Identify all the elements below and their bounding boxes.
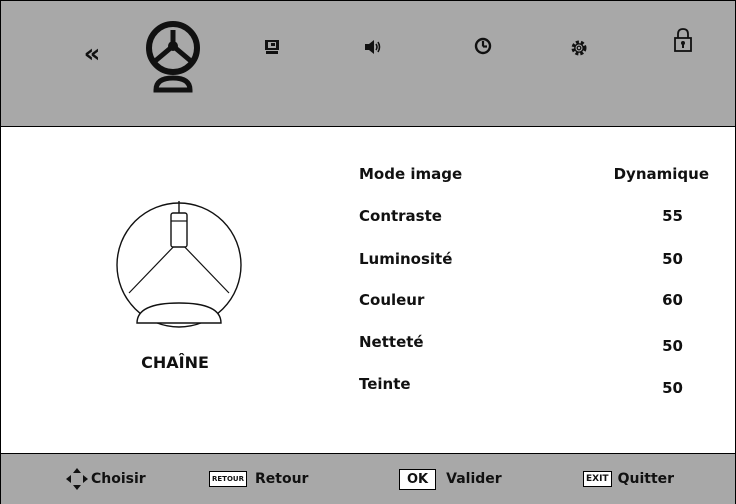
tv-menu-frame: « CHAÎNE Mode image Dynamique Contraste …	[0, 0, 736, 504]
ok-hint[interactable]: OK Valider	[399, 454, 502, 504]
tab-sound[interactable]	[361, 35, 385, 59]
screen-icon	[265, 40, 279, 54]
setting-couleur[interactable]: Couleur 60	[359, 291, 699, 315]
tab-source[interactable]	[260, 35, 284, 59]
choose-label: Choisir	[91, 471, 146, 487]
setting-value: 60	[662, 291, 683, 309]
setting-contraste[interactable]: Contraste 55	[359, 207, 699, 231]
setting-teinte[interactable]: Teinte 50	[359, 375, 699, 399]
clock-icon	[474, 37, 492, 55]
section-label: CHAÎNE	[141, 353, 209, 372]
exit-key: EXIT	[583, 471, 612, 487]
tab-settings[interactable]	[567, 36, 591, 60]
ok-label: Valider	[446, 471, 502, 487]
retour-key: RETOUR	[209, 471, 247, 487]
setting-luminosite[interactable]: Luminosité 50	[359, 250, 699, 274]
back-button[interactable]: «	[77, 39, 107, 69]
ok-key: OK	[399, 468, 437, 490]
setting-label: Couleur	[359, 291, 425, 309]
speaker-icon	[365, 40, 381, 54]
setting-label: Teinte	[359, 375, 411, 393]
setting-label: Mode image	[359, 165, 463, 183]
tab-image[interactable]	[143, 19, 203, 95]
setting-value: 55	[662, 207, 683, 225]
setting-value: Dynamique	[613, 165, 709, 183]
setting-label: Netteté	[359, 333, 424, 351]
tab-lock[interactable]	[671, 25, 695, 55]
setting-nettete[interactable]: Netteté 50	[359, 333, 699, 357]
gear-icon	[571, 40, 587, 56]
retour-label: Retour	[254, 471, 309, 487]
picture-icon	[146, 21, 200, 93]
menu-tab-bar: «	[1, 1, 735, 127]
setting-mode-image[interactable]: Mode image Dynamique	[359, 165, 709, 189]
retour-hint[interactable]: RETOUR Retour	[209, 454, 308, 504]
setting-value: 50	[662, 379, 683, 397]
picture-large-icon	[116, 201, 242, 328]
exit-label: Quitter	[617, 471, 675, 487]
choose-hint: Choisir	[65, 454, 146, 504]
setting-value: 50	[662, 250, 683, 268]
lock-icon	[674, 28, 692, 52]
footer-hints: Choisir RETOUR Retour OK Valider EXIT Qu…	[1, 453, 735, 504]
exit-hint[interactable]: EXIT Quitter	[583, 454, 674, 504]
dpad-arrows-icon	[66, 468, 88, 490]
setting-label: Luminosité	[359, 250, 453, 268]
setting-value: 50	[662, 337, 683, 355]
tab-time[interactable]	[471, 34, 495, 58]
double-chevron-left-icon: «	[83, 39, 101, 69]
setting-label: Contraste	[359, 207, 442, 225]
